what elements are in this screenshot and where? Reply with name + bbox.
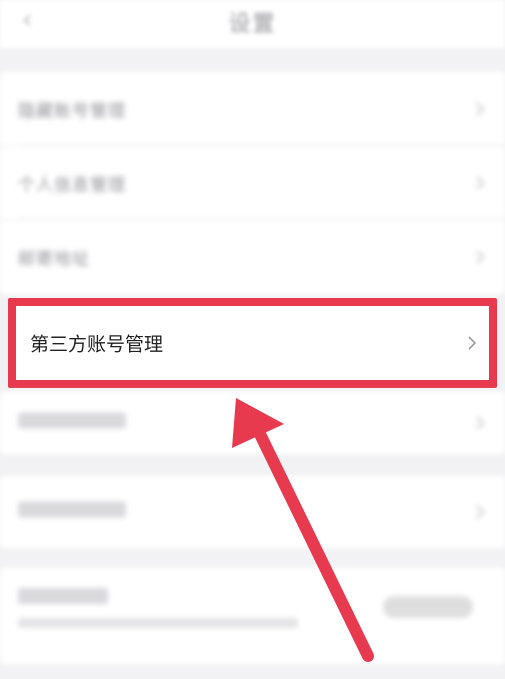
settings-row-2[interactable]: 个人信息管理 — [0, 146, 505, 220]
bottom-item-title — [18, 588, 108, 604]
page-title: 设置 — [228, 12, 277, 37]
bottom-item-button[interactable] — [383, 596, 473, 618]
settings-row-5-label — [18, 412, 126, 434]
third-party-account-label: 第三方账号管理 — [30, 333, 164, 356]
chevron-right-icon — [468, 336, 477, 350]
chevron-right-icon — [476, 250, 485, 264]
chevron-right-icon — [476, 416, 485, 430]
settings-row-6-label — [18, 501, 126, 523]
chevron-right-icon — [476, 176, 485, 190]
chevron-right-icon — [476, 102, 485, 116]
settings-row-7[interactable] — [0, 568, 505, 664]
bottom-item-subtitle — [18, 618, 298, 628]
settings-row-3[interactable]: 邮寄地址 — [0, 220, 505, 294]
settings-row-6[interactable] — [0, 476, 505, 548]
settings-row-2-label: 个人信息管理 — [18, 175, 126, 196]
settings-row-3-label: 邮寄地址 — [18, 249, 90, 270]
settings-row-5[interactable] — [0, 392, 505, 454]
header-bar: ‹ 设置 — [0, 0, 505, 48]
settings-row-1-label: 隐藏账号管理 — [18, 101, 126, 122]
chevron-right-icon — [476, 505, 485, 519]
settings-row-1[interactable]: 隐藏账号管理 — [0, 72, 505, 146]
third-party-account-row[interactable]: 第三方账号管理 — [8, 298, 497, 388]
